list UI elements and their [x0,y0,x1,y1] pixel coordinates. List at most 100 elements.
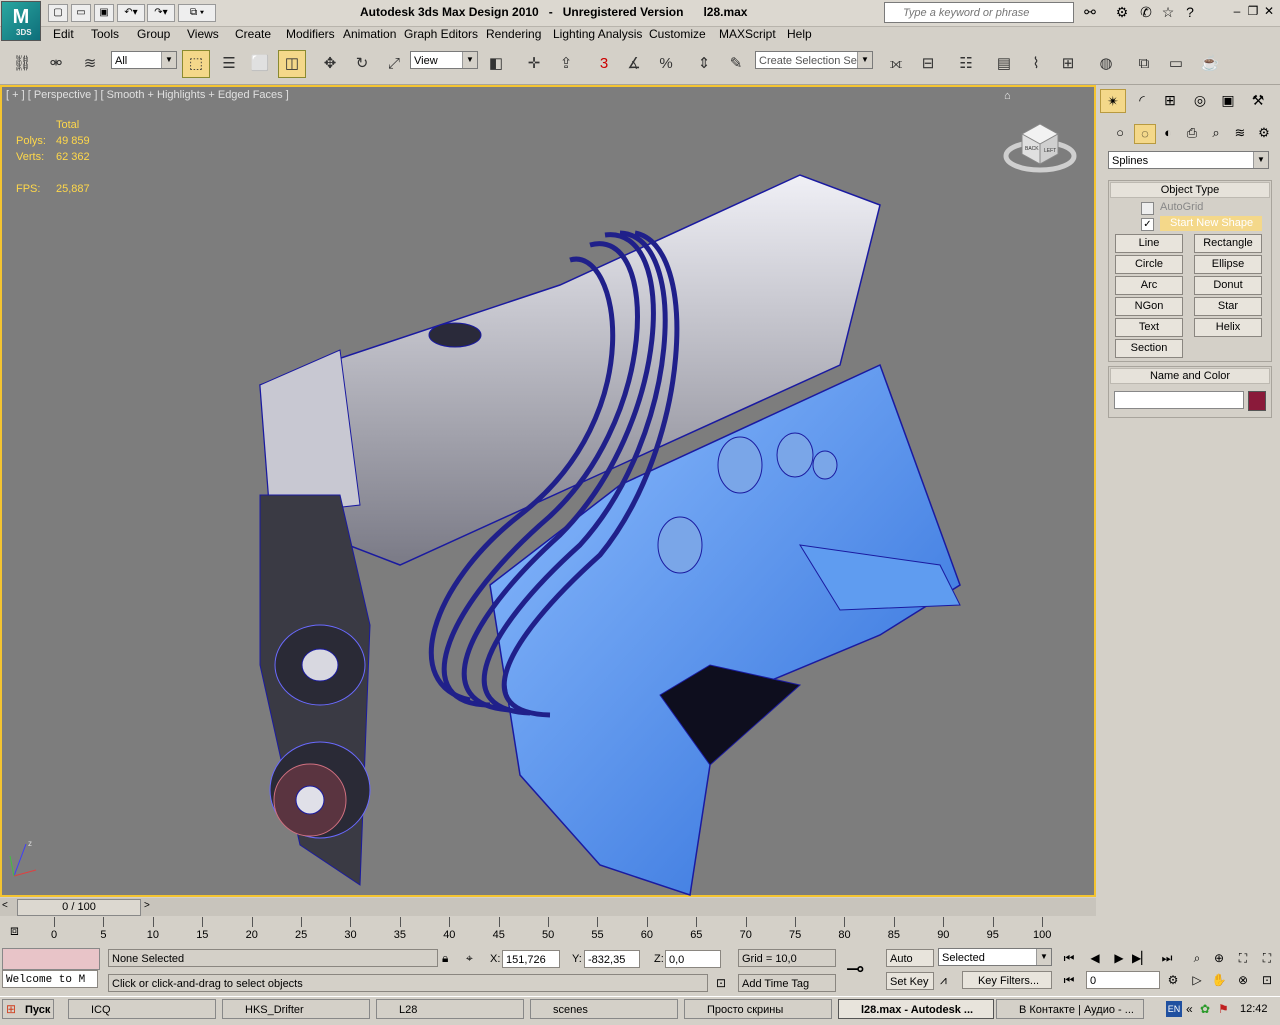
object-color-swatch[interactable] [1248,391,1266,411]
cameras-category-icon[interactable]: ⎙ [1182,124,1202,142]
select-and-rotate-icon[interactable]: ↻ [348,50,376,78]
pivot-center-icon[interactable]: ◧ [482,50,510,78]
space-warps-category-icon[interactable]: ≋ [1230,124,1250,142]
zoom-icon[interactable]: ⌕ [1188,950,1206,966]
selection-filter-dropdown[interactable]: All ▼ [111,51,177,69]
zoom-all-icon[interactable]: ⊕ [1210,950,1228,966]
task-icq[interactable]: ICQ [68,999,216,1019]
task-scenes[interactable]: scenes [530,999,678,1019]
window-crossing-icon[interactable]: ◫ [278,50,306,78]
previous-frame-icon[interactable]: ◀ [1086,950,1104,966]
tray-expand-icon[interactable]: « [1186,1002,1193,1016]
keyboard-shortcut-icon[interactable]: ⇪ [552,50,580,78]
search-input[interactable] [901,3,1073,22]
default-tangent-icon[interactable]: ⩘ [940,973,947,988]
absolute-mode-icon[interactable]: ⌖ [466,951,473,966]
percent-snap-icon[interactable]: % [652,50,680,78]
shapes-category-icon[interactable]: ◌ [1134,124,1156,144]
viewport-label[interactable]: [ + ] [ Perspective ] [ Smooth + Highlig… [6,89,289,101]
circle-button[interactable]: Circle [1115,255,1183,274]
modify-tab-icon[interactable]: ◜ [1130,89,1154,111]
subscription-icon[interactable]: ⚙ [1112,3,1132,21]
binoculars-icon[interactable]: ⚯ [1080,3,1100,21]
star-button[interactable]: Star [1194,297,1262,316]
zoom-extents-icon[interactable]: ⛶ [1234,950,1252,966]
helpers-category-icon[interactable]: ⌕ [1206,124,1226,142]
maxscript-listener-pink[interactable] [2,948,100,970]
task-vkontakte[interactable]: В Контакте | Аудио - ... [996,999,1144,1019]
render-setup-icon[interactable]: ⧉ [1130,50,1158,78]
rendered-frame-icon[interactable]: ▭ [1162,50,1190,78]
donut-button[interactable]: Donut [1194,276,1262,295]
helix-button[interactable]: Helix [1194,318,1262,337]
app-logo[interactable]: M 3DS [1,1,41,41]
menu-graph-editors[interactable]: Graph Editors [404,27,478,41]
icq-tray-icon[interactable]: ✿ [1200,1002,1210,1016]
current-frame-field[interactable]: 0 [1086,971,1160,989]
play-icon[interactable]: ▶ [1110,950,1128,966]
time-prev-icon[interactable]: < [2,900,8,911]
close-icon[interactable]: ✕ [1262,4,1276,18]
line-button[interactable]: Line [1115,234,1183,253]
geometry-category-icon[interactable]: ○ [1110,124,1130,142]
systems-category-icon[interactable]: ⚙ [1254,124,1274,142]
name-color-title[interactable]: Name and Color [1110,368,1270,384]
display-tab-icon[interactable]: ▣ [1216,89,1240,111]
key-filters-button[interactable]: Key Filters... [962,971,1052,989]
material-editor-icon[interactable]: ◍ [1092,50,1120,78]
language-indicator[interactable]: EN [1166,1001,1182,1017]
task-3dsmax[interactable]: l28.max - Autodesk ... [838,999,994,1019]
curve-editor-icon[interactable]: ⌇ [1022,50,1050,78]
start-new-shape-button[interactable]: Start New Shape [1160,216,1262,231]
home-icon[interactable]: ⌂ [1004,90,1011,102]
next-frame-icon[interactable]: ▶▏ [1132,950,1150,966]
align-icon[interactable]: ⊟ [914,50,942,78]
lock-selection-icon[interactable]: 🔒︎ [442,951,448,966]
schematic-view-icon[interactable]: ⊞ [1054,50,1082,78]
set-key-button[interactable]: Set Key [886,972,934,990]
menu-views[interactable]: Views [187,27,219,41]
save-file-icon[interactable]: ▣ [94,4,114,22]
zoom-extents-all-icon[interactable]: ⛶ [1258,950,1276,966]
viewcube[interactable]: BACK LEFT [1000,112,1080,182]
time-next-icon[interactable]: > [144,900,150,911]
object-type-title[interactable]: Object Type [1110,182,1270,198]
project-folder-icon[interactable]: ⧉ ▾ [178,4,216,22]
manipulate-icon[interactable]: ✛ [520,50,548,78]
task-hks-drifter[interactable]: HKS_Drifter [222,999,370,1019]
bind-space-warp-icon[interactable]: ≋ [76,50,104,78]
start-new-shape-checkbox[interactable]: ✓ [1141,218,1154,231]
add-time-tag-button[interactable]: Add Time Tag [738,974,836,992]
menu-group[interactable]: Group [137,27,170,41]
utilities-tab-icon[interactable]: ⚒ [1246,89,1270,111]
new-file-icon[interactable]: ▢ [48,4,68,22]
menu-help[interactable]: Help [787,27,812,41]
graphite-toggle-icon[interactable]: ▤ [990,50,1018,78]
menu-animation[interactable]: Animation [343,27,396,41]
time-config-icon[interactable]: ⚙ [1164,972,1182,988]
layer-manager-icon[interactable]: ☷ [952,50,980,78]
autogrid-checkbox[interactable] [1141,202,1154,215]
z-coordinate-field[interactable]: 0,0 [665,950,721,968]
hierarchy-tab-icon[interactable]: ⊞ [1158,89,1182,111]
select-and-link-icon[interactable]: ⛓ [8,50,36,78]
shape-category-dropdown[interactable]: Splines ▼ [1108,151,1269,169]
menu-customize[interactable]: Customize [649,27,706,41]
x-coordinate-field[interactable]: 151,726 [502,950,560,968]
angle-snap-icon[interactable]: ∡ [620,50,648,78]
menu-modifiers[interactable]: Modifiers [286,27,335,41]
object-name-field[interactable] [1114,391,1244,409]
maxscript-mini-listener[interactable]: Welcome to M [2,970,98,988]
undo-icon[interactable]: ↶▾ [117,4,145,22]
favorites-icon[interactable]: ☆ [1158,3,1178,21]
auto-key-button[interactable]: Auto Key [886,949,934,983]
section-button[interactable]: Section [1115,339,1183,358]
restore-icon[interactable]: ❐ [1246,4,1260,18]
task-screenshots[interactable]: Просто скрины [684,999,832,1019]
select-and-move-icon[interactable]: ✥ [316,50,344,78]
search-box[interactable] [884,2,1074,23]
pan-icon[interactable]: ✋ [1210,972,1228,988]
minimize-icon[interactable]: – [1230,4,1244,18]
go-to-end-icon[interactable]: ⏭ [1158,950,1176,966]
menu-edit[interactable]: Edit [53,27,74,41]
